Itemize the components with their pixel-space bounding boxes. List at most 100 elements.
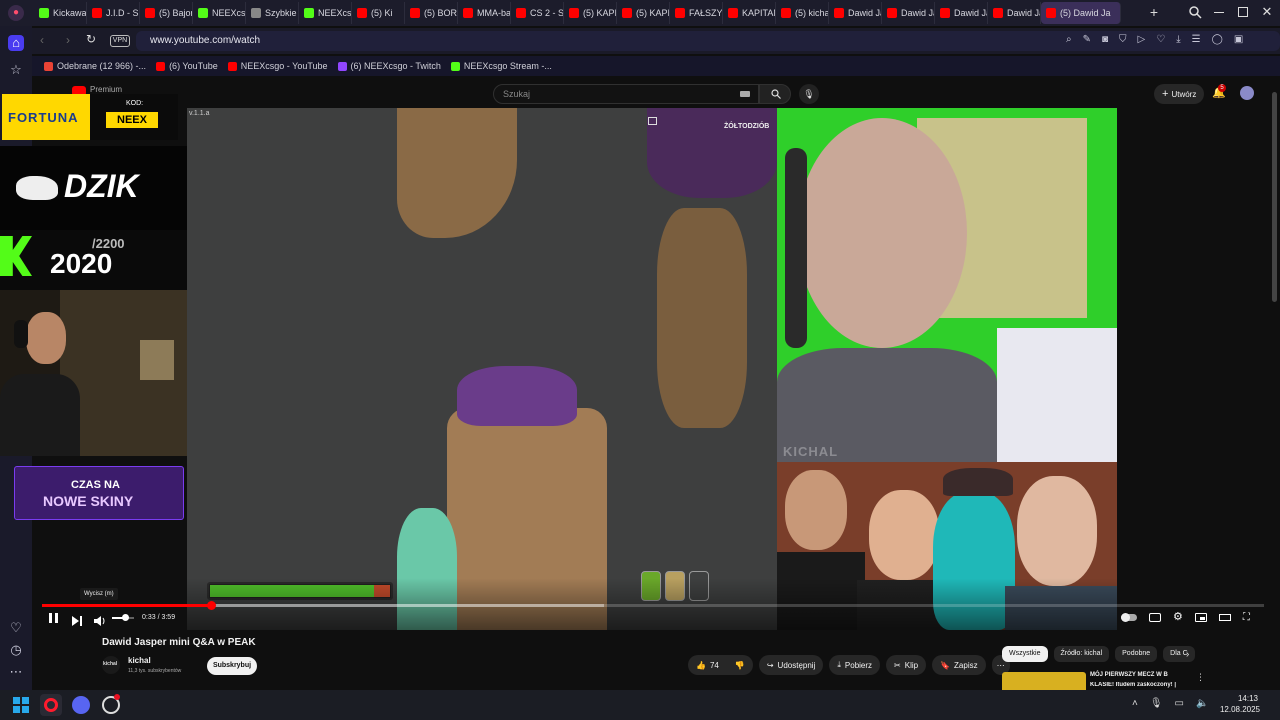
pause-icon[interactable]: [49, 613, 58, 623]
dislike-button[interactable]: 👎: [726, 655, 753, 675]
theater-mode-icon[interactable]: [1218, 614, 1231, 621]
browser-tab[interactable]: (5) Dawid Ja: [1041, 2, 1121, 24]
filter-chip[interactable]: Dla C: [1163, 646, 1195, 662]
browser-tab[interactable]: (5) KAPIT: [564, 2, 617, 24]
bookmark-item[interactable]: Odebrane (12 966) -...: [44, 61, 146, 71]
back-icon[interactable]: ‹: [40, 33, 44, 47]
browser-tab[interactable]: KAPITAN: [723, 2, 776, 24]
volume-slider[interactable]: [112, 614, 134, 621]
related-menu-icon[interactable]: ⋮: [1196, 672, 1205, 683]
profile-icon[interactable]: ◯: [1212, 34, 1223, 45]
heart-icon[interactable]: ♡: [1156, 34, 1165, 45]
clock-time[interactable]: 14:13: [1228, 694, 1268, 703]
bookmark-item[interactable]: (6) YouTube: [156, 61, 218, 71]
minimize-icon[interactable]: [1214, 12, 1224, 13]
browser-tab[interactable]: Dawid Ja: [882, 2, 935, 24]
maximize-icon[interactable]: [1238, 7, 1248, 17]
page-scrollbar[interactable]: [1272, 92, 1277, 302]
play-icon[interactable]: ▷: [1138, 34, 1146, 45]
settings-icon[interactable]: ⚙: [1173, 612, 1183, 623]
vpn-badge[interactable]: VPN: [110, 35, 130, 47]
windows-start-icon[interactable]: [13, 697, 29, 713]
progress-bar[interactable]: [42, 601, 1264, 610]
bookmark-item[interactable]: NEEXcsgo Stream -...: [450, 61, 552, 71]
extension-icon[interactable]: ▣: [1234, 34, 1243, 45]
bookmark-item[interactable]: NEEXcsgo - YouTube: [227, 61, 328, 71]
close-icon[interactable]: ✕: [1260, 3, 1274, 21]
opera-menu-icon[interactable]: ●: [8, 5, 24, 21]
related-thumbnail[interactable]: [1002, 672, 1086, 690]
browser-tab[interactable]: (5) kichal: [776, 2, 829, 24]
browser-tab[interactable]: MMA-ba: [458, 2, 511, 24]
search-icon[interactable]: ⌕: [1066, 34, 1072, 45]
search-button[interactable]: [759, 84, 791, 104]
network-icon[interactable]: ▭: [1175, 698, 1184, 709]
url-text[interactable]: www.youtube.com/watch: [150, 35, 260, 46]
subtitles-icon[interactable]: [1149, 613, 1161, 622]
speaker-icon[interactable]: 🔈: [1196, 698, 1208, 709]
discord-taskbar-icon[interactable]: [72, 696, 90, 714]
autoplay-toggle[interactable]: [1121, 613, 1137, 622]
save-button[interactable]: 🔖 Zapisz: [932, 655, 986, 675]
thumbs-down-icon: 👎: [734, 660, 745, 670]
microphone-icon[interactable]: 🎙: [1150, 698, 1163, 709]
new-tab-icon[interactable]: +: [1146, 4, 1162, 20]
subscribe-button[interactable]: Subskrybuj: [207, 657, 257, 675]
browser-tab[interactable]: J.I.D - Su: [87, 2, 140, 24]
download-button[interactable]: ⤓ Pobierz: [829, 655, 881, 675]
more-icon[interactable]: ⋯: [8, 664, 24, 680]
filter-chip[interactable]: Źródło: kichal: [1053, 646, 1110, 662]
browser-tab[interactable]: (5) Bajon: [140, 2, 193, 24]
browser-tab[interactable]: Kickaway: [34, 2, 87, 24]
progress-scrubber[interactable]: [206, 601, 216, 610]
voice-search-button[interactable]: 🎙: [799, 84, 819, 104]
search-tabs-icon[interactable]: [1188, 5, 1202, 19]
miniplayer-icon[interactable]: [1194, 613, 1207, 622]
channel-name[interactable]: kichal: [128, 656, 151, 665]
history-icon[interactable]: ◷: [8, 642, 24, 658]
menu-icon[interactable]: ☰: [1192, 34, 1201, 45]
browser-tab[interactable]: Dawid Ja: [988, 2, 1041, 24]
forward-icon[interactable]: ›: [66, 33, 70, 47]
bookmark-favicon-icon: [156, 61, 166, 71]
browser-tab[interactable]: Szybkie w: [246, 2, 299, 24]
next-icon[interactable]: [72, 613, 82, 631]
search-input[interactable]: Szukaj: [493, 84, 759, 104]
download-icon[interactable]: ⤓: [1176, 34, 1180, 45]
account-avatar[interactable]: [1240, 86, 1254, 100]
browser-tab[interactable]: NEEXcsg: [299, 2, 352, 24]
edit-icon[interactable]: ✎: [1083, 34, 1091, 45]
browser-tab[interactable]: Dawid Ja: [829, 2, 882, 24]
like-button[interactable]: 👍 74: [688, 655, 727, 675]
create-button[interactable]: + Utwórz: [1154, 84, 1204, 104]
browser-tab[interactable]: Dawid Ja: [935, 2, 988, 24]
heart-icon[interactable]: ♡: [8, 620, 24, 636]
star-icon[interactable]: ☆: [8, 62, 24, 78]
filter-chip[interactable]: Podobne: [1115, 646, 1158, 662]
browser-tab[interactable]: (5) BORB: [405, 2, 458, 24]
related-title[interactable]: MÓJ PIERWSZY MECZ W B: [1090, 672, 1168, 678]
pip-icon[interactable]: [648, 117, 657, 125]
share-button[interactable]: ↪ Udostępnij: [758, 655, 824, 675]
opera-taskbar-icon[interactable]: [40, 694, 62, 716]
camera-icon[interactable]: ◙: [1102, 34, 1108, 45]
home-icon[interactable]: ⌂: [8, 35, 24, 51]
fullscreen-icon[interactable]: ⛶: [1243, 612, 1250, 623]
shield-icon[interactable]: ⛉: [1119, 34, 1127, 45]
volume-icon[interactable]: [94, 613, 106, 631]
chips-next-icon[interactable]: ›: [1186, 649, 1189, 660]
browser-tab[interactable]: FAŁSZYW: [670, 2, 723, 24]
filter-chip[interactable]: Wszystkie: [1002, 646, 1048, 662]
channel-avatar[interactable]: kichal: [102, 656, 120, 674]
reload-icon[interactable]: ↻: [86, 32, 96, 46]
clock-date[interactable]: 12.08.2025: [1210, 705, 1270, 714]
browser-tab[interactable]: (5) KAPIT: [617, 2, 670, 24]
clip-button[interactable]: ✂ Klip: [886, 655, 927, 675]
chevron-up-icon[interactable]: ˄: [1132, 698, 1138, 709]
browser-tab[interactable]: NEEXcsg: [193, 2, 246, 24]
keyboard-icon[interactable]: [740, 91, 750, 97]
browser-tab[interactable]: (5) Ki: [352, 2, 405, 24]
browser-tab[interactable]: CS 2 - Sn: [511, 2, 564, 24]
video-player[interactable]: v.1.1.a ŻÓŁTODZIÓB KICHAL: [187, 108, 1117, 630]
bookmark-item[interactable]: (6) NEEXcsgo - Twitch: [337, 61, 441, 71]
